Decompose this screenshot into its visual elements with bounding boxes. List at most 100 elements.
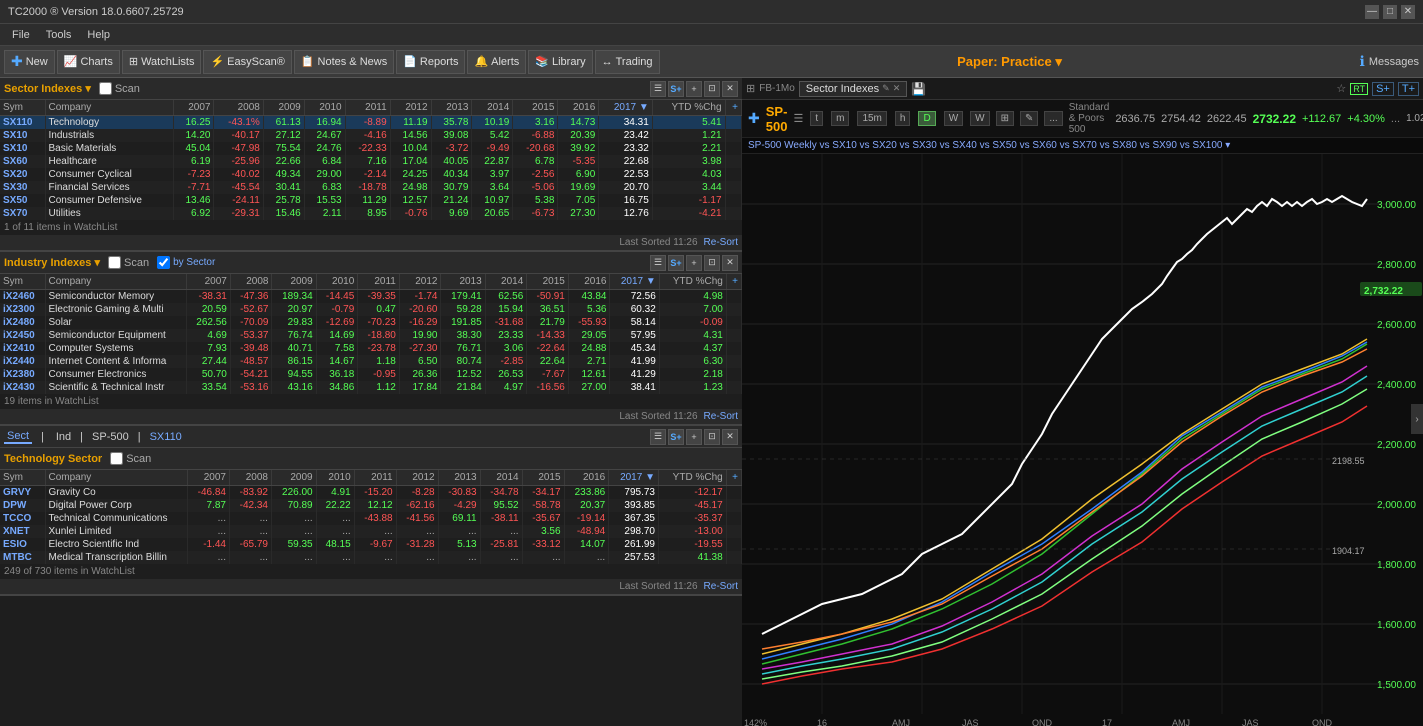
- tab-edit-icon[interactable]: ✎: [882, 83, 890, 94]
- table-row[interactable]: SX110Technology16.25-43.1%61.1316.94-8.8…: [0, 116, 742, 130]
- notes-button[interactable]: 📋 Notes & News: [294, 50, 394, 74]
- minimize-button[interactable]: —: [1365, 5, 1379, 19]
- chart-draw-btn[interactable]: ✎: [1020, 111, 1038, 126]
- table-row[interactable]: SX20Consumer Cyclical-7.23-40.0249.3429.…: [0, 168, 742, 181]
- table-row[interactable]: SX70Utilities6.92-29.3115.462.118.95-0.7…: [0, 207, 742, 220]
- sector-resort-btn[interactable]: Re-Sort: [704, 237, 738, 248]
- alerts-button[interactable]: 🔔 Alerts: [467, 50, 526, 74]
- notes-icon: 📋: [301, 55, 315, 68]
- ind-tab[interactable]: |: [38, 431, 47, 443]
- table-row[interactable]: iX2430Scientific & Technical Instr33.54-…: [0, 381, 742, 394]
- charts-button[interactable]: 📈 Charts: [57, 50, 120, 74]
- chart-tf-btn[interactable]: T+: [1398, 82, 1419, 96]
- table-row[interactable]: SX60Healthcare6.19-25.9622.666.847.1617.…: [0, 155, 742, 168]
- industry-scan-checkbox[interactable]: [108, 256, 121, 269]
- timeframe-m[interactable]: m: [831, 111, 849, 126]
- table-row[interactable]: SX10Industrials14.20-40.1727.1224.67-4.1…: [0, 129, 742, 142]
- col-sym: Sym: [0, 100, 45, 116]
- star-icon[interactable]: ☆: [1336, 82, 1346, 95]
- tech-s-btn[interactable]: S+: [668, 429, 684, 445]
- menu-file[interactable]: File: [4, 27, 38, 43]
- chart-save-icon[interactable]: 💾: [911, 82, 926, 96]
- table-row[interactable]: iX2460Semiconductor Memory-38.31-47.3618…: [0, 290, 742, 304]
- chart-config-icon[interactable]: ⊞: [746, 82, 755, 95]
- timeframe-15m[interactable]: 15m: [857, 111, 886, 126]
- tab-close-icon[interactable]: ✕: [893, 83, 901, 94]
- industry-float-btn[interactable]: ⊡: [704, 255, 720, 271]
- sector-float-btn[interactable]: ⊡: [704, 81, 720, 97]
- chart-s-btn[interactable]: S+: [1372, 82, 1394, 96]
- col-2008: 2008: [214, 100, 263, 116]
- ind-col-add[interactable]: +: [726, 274, 741, 290]
- table-row[interactable]: iX2410Computer Systems7.93-39.4840.717.5…: [0, 342, 742, 355]
- table-row[interactable]: TCCOTechnical Communications............…: [0, 512, 742, 525]
- trading-button[interactable]: ↔ Trading: [595, 50, 660, 74]
- industry-resort-btn[interactable]: Re-Sort: [704, 411, 738, 422]
- sx110-tab-label[interactable]: SX110: [147, 431, 185, 443]
- table-row[interactable]: MTBCMedical Transcription Billin........…: [0, 551, 742, 564]
- easyscan-button[interactable]: ⚡ EasyScan®: [203, 50, 291, 74]
- ind-tab-label[interactable]: Ind: [53, 431, 74, 443]
- compare-line[interactable]: SP-500 Weekly vs SX10 vs SX20 vs SX30 vs…: [742, 138, 1423, 154]
- paper-practice-label[interactable]: Paper: Practice ▾: [662, 54, 1358, 70]
- chart-menu-icon[interactable]: ☰: [793, 112, 803, 125]
- table-row[interactable]: SX10Basic Materials45.04-47.9875.5424.76…: [0, 142, 742, 155]
- table-row[interactable]: SX50Consumer Defensive13.46-24.1125.7815…: [0, 194, 742, 207]
- sector-close-btn[interactable]: ✕: [722, 81, 738, 97]
- maximize-button[interactable]: □: [1383, 5, 1397, 19]
- table-row[interactable]: iX2380Consumer Electronics50.70-54.2194.…: [0, 368, 742, 381]
- tech-col-add[interactable]: +: [726, 470, 741, 486]
- menu-help[interactable]: Help: [79, 27, 118, 43]
- sector-indexes-tab[interactable]: Sector Indexes ✎ ✕: [799, 81, 907, 97]
- tech-float-btn[interactable]: ⊡: [704, 429, 720, 445]
- table-row[interactable]: iX2480Solar262.56-70.0929.83-12.69-70.23…: [0, 316, 742, 329]
- collapse-arrow[interactable]: ›: [1411, 404, 1423, 434]
- sx110-tab[interactable]: |: [138, 431, 141, 443]
- chart-more-btn[interactable]: ...: [1044, 111, 1062, 126]
- sector-add-btn[interactable]: +: [686, 81, 702, 97]
- add-icon[interactable]: ✚: [748, 110, 760, 127]
- tech-close-btn[interactable]: ✕: [722, 429, 738, 445]
- industry-menu-btn[interactable]: ☰: [650, 255, 666, 271]
- table-row[interactable]: ESIOElectro Scientific Ind-1.44-65.7959.…: [0, 538, 742, 551]
- tech-scan-checkbox[interactable]: [110, 452, 123, 465]
- by-sector-checkbox[interactable]: [157, 256, 170, 269]
- sector-menu-btn[interactable]: ☰: [650, 81, 666, 97]
- timeframe-d[interactable]: D: [918, 111, 935, 126]
- col-add[interactable]: +: [725, 100, 741, 116]
- timeframe-h[interactable]: h: [895, 111, 911, 126]
- table-row[interactable]: iX2450Semiconductor Equipment4.69-53.377…: [0, 329, 742, 342]
- chart-vol-btn[interactable]: ⊞: [996, 111, 1014, 126]
- chart-indicator-btn[interactable]: W: [970, 111, 989, 126]
- new-button[interactable]: ✚ New: [4, 50, 55, 74]
- table-row[interactable]: DPWDigital Power Corp7.87-42.3470.8922.2…: [0, 499, 742, 512]
- reports-button[interactable]: 📄 Reports: [396, 50, 465, 74]
- industry-indexes-title[interactable]: Industry Indexes ▾: [4, 256, 100, 269]
- timeframe-w[interactable]: W: [944, 111, 963, 126]
- sector-s-btn[interactable]: S+: [668, 81, 684, 97]
- timeframe-t[interactable]: t: [810, 111, 823, 126]
- price-2198: 2198.55: [1332, 456, 1365, 466]
- industry-s-btn[interactable]: S+: [668, 255, 684, 271]
- sector-scan-checkbox[interactable]: [99, 82, 112, 95]
- tech-add-btn[interactable]: +: [686, 429, 702, 445]
- tech-resort-btn[interactable]: Re-Sort: [704, 581, 738, 592]
- sector-indexes-title[interactable]: Sector Indexes ▾: [4, 82, 91, 95]
- table-row[interactable]: iX2300Electronic Gaming & Multi20.59-52.…: [0, 303, 742, 316]
- close-button[interactable]: ✕: [1401, 5, 1415, 19]
- table-row[interactable]: GRVYGravity Co-46.84-83.92226.004.91-15.…: [0, 486, 742, 500]
- industry-add-btn[interactable]: +: [686, 255, 702, 271]
- sp500-tab-label[interactable]: SP-500: [89, 431, 132, 443]
- menu-tools[interactable]: Tools: [38, 27, 80, 43]
- table-row[interactable]: iX2440Internet Content & Informa27.44-48…: [0, 355, 742, 368]
- sect-tab[interactable]: Sect: [4, 430, 32, 444]
- messages-label[interactable]: Messages: [1369, 56, 1419, 68]
- sp500-tab[interactable]: |: [80, 431, 83, 443]
- table-row[interactable]: XNETXunlei Limited......................…: [0, 525, 742, 538]
- library-button[interactable]: 📚 Library: [528, 50, 592, 74]
- watchlists-button[interactable]: ⊞ WatchLists: [122, 50, 202, 74]
- col-ytd: YTD %Chg: [652, 100, 725, 116]
- industry-close-btn[interactable]: ✕: [722, 255, 738, 271]
- table-row[interactable]: SX30Financial Services-7.71-45.5430.416.…: [0, 181, 742, 194]
- tech-menu-btn[interactable]: ☰: [650, 429, 666, 445]
